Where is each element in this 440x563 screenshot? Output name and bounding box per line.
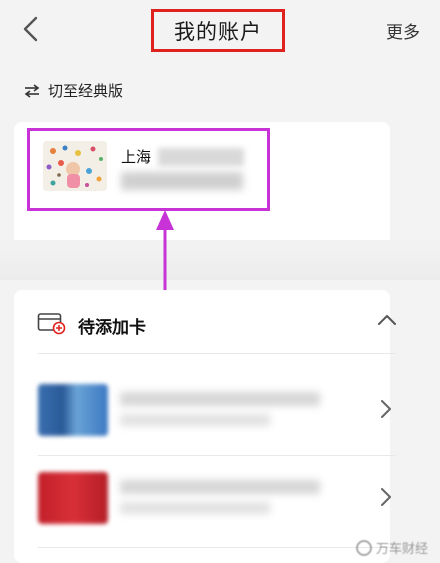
switch-classic-label: 切至经典版 [48,82,124,100]
swap-arrows-icon [24,83,40,98]
bank-card-thumbnail [38,384,108,436]
divider [38,547,396,548]
account-highlight-annotation [27,128,270,211]
pending-card-row[interactable] [14,472,404,552]
divider [38,353,396,354]
account-card-shadow [0,240,440,280]
switch-classic-link[interactable]: 切至经典版 [24,80,123,101]
card-name-redacted [120,480,320,494]
card-add-icon [37,313,66,335]
watermark-text: 万车财经 [375,542,428,557]
app-header: 我的账户 更多 [0,0,440,58]
chevron-left-icon [23,16,38,42]
more-button[interactable]: 更多 [386,18,420,43]
page-title: 我的账户 [174,19,262,44]
back-button[interactable] [14,12,48,46]
divider [38,455,396,456]
watermark-logo-icon [355,539,372,556]
card-name-redacted [120,392,320,406]
chevron-up-icon[interactable] [376,312,398,328]
card-number-redacted [120,502,270,514]
chevron-right-icon [381,400,391,418]
bank-card-thumbnail [38,472,108,524]
card-number-redacted [120,414,270,426]
pending-cards-title: 待添加卡 [78,318,146,338]
page-title-highlight: 我的账户 [151,9,285,52]
pending-card-row[interactable] [14,384,404,464]
chevron-right-icon [381,488,391,506]
watermark: 万车财经 [355,538,428,557]
